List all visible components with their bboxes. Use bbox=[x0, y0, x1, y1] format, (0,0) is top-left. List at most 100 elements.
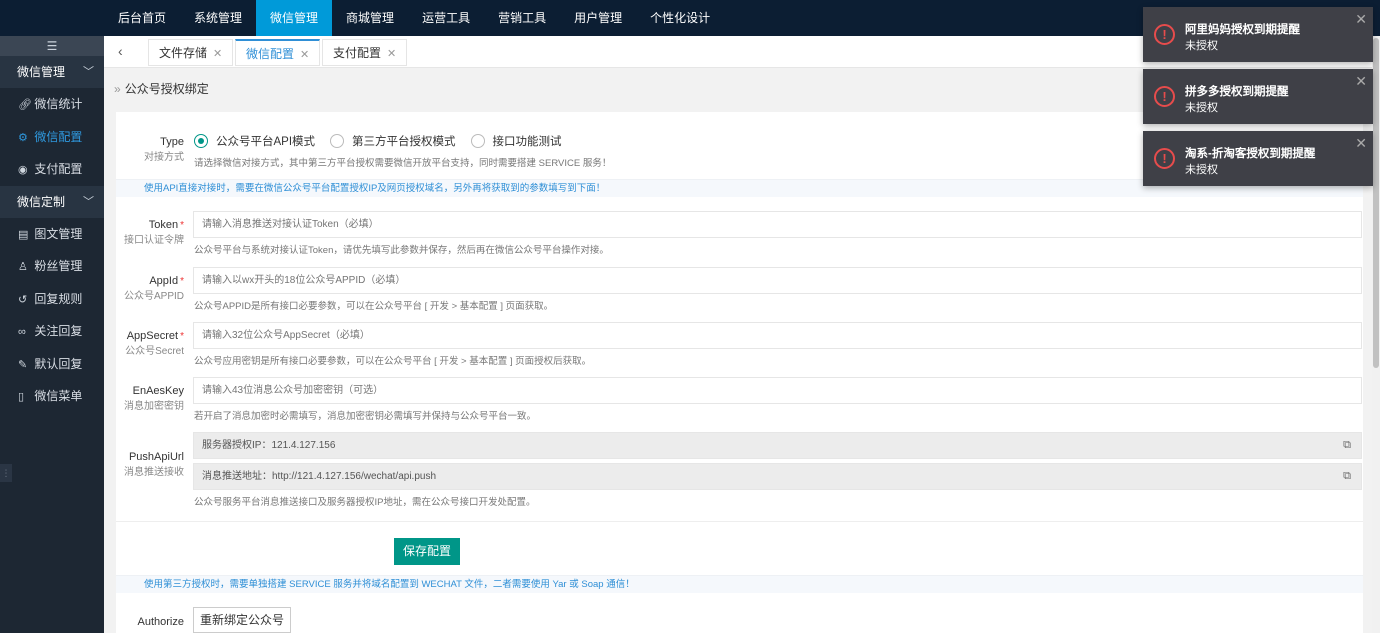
edit-icon: ✎ bbox=[18, 358, 28, 371]
chevron-down-icon: ﹀ bbox=[83, 195, 94, 208]
sidebar-item-wechat-stats[interactable]: 🔗︎ 微信统计 bbox=[0, 88, 104, 121]
sidebar-item-label: 关注回复 bbox=[34, 324, 83, 338]
tab-label: 支付配置 bbox=[333, 46, 382, 60]
error-icon: ! bbox=[1154, 148, 1175, 169]
required-asterisk: * bbox=[180, 276, 184, 287]
third-party-notice: 使用第三方授权时，需要单独搭建 SERVICE 服务并将域名配置到 WECHAT… bbox=[116, 575, 1363, 593]
appid-input[interactable] bbox=[193, 267, 1362, 294]
sidebar-item-label: 微信菜单 bbox=[34, 389, 83, 403]
type-radio-group: 公众号平台API模式 第三方平台授权模式 接口功能测试 bbox=[194, 133, 577, 149]
enaeskey-label-text: EnAesKey bbox=[132, 385, 184, 397]
close-icon[interactable]: ✕ bbox=[1355, 11, 1367, 28]
sidebar-item-label: 回复规则 bbox=[34, 291, 83, 306]
breadcrumb-title: 公众号授权绑定 bbox=[124, 82, 209, 96]
toast-message: 未授权 bbox=[1185, 40, 1218, 52]
sidebar-item-pay-config[interactable]: ◉ 支付配置 bbox=[0, 153, 104, 186]
sidebar-item-label: 默认回复 bbox=[34, 356, 83, 371]
form-divider bbox=[116, 521, 1363, 522]
sidebar-drag-handle[interactable]: ⋮ bbox=[0, 464, 12, 482]
error-icon: ! bbox=[1154, 24, 1175, 45]
nav-item-users[interactable]: 用户管理 bbox=[560, 0, 636, 36]
sidebar-item-articles[interactable]: ▤ 图文管理 bbox=[0, 218, 104, 251]
radio-circle-icon bbox=[330, 134, 345, 148]
toast-title: 淘系-折淘客授权到期提醒 bbox=[1185, 148, 1316, 160]
appsecret-sublabel: 公众号Secret bbox=[125, 346, 184, 357]
follow-icon: ∞ bbox=[18, 326, 26, 338]
toast-notification: ! 拼多多授权到期提醒 未授权 ✕ bbox=[1143, 69, 1373, 124]
tab-label: 微信配置 bbox=[246, 47, 295, 61]
nav-item-system[interactable]: 系统管理 bbox=[180, 0, 256, 36]
rebind-account-button[interactable]: 重新绑定公众号 bbox=[193, 607, 291, 633]
required-asterisk: * bbox=[180, 331, 184, 342]
pushapiurl-sublabel: 消息推送接收 bbox=[124, 467, 184, 478]
pushapiurl-label-text: PushApiUrl bbox=[128, 451, 184, 463]
token-sublabel: 接口认证令牌 bbox=[124, 235, 184, 246]
token-label: Token * 接口认证令牌 bbox=[116, 218, 184, 248]
pay-icon: ◉ bbox=[18, 164, 28, 176]
sidebar: ☰ 微信管理 ﹀ 🔗︎ 微信统计 ⚙︎ 微信配置 ◉ 支付配置 微信定制 ﹀ ▤… bbox=[0, 36, 104, 633]
sidebar-item-fans[interactable]: ♙ 粉丝管理 bbox=[0, 250, 104, 283]
radio-api-mode[interactable]: 公众号平台API模式 bbox=[194, 133, 315, 149]
copy-icon[interactable]: ⧉ bbox=[1343, 433, 1351, 458]
nav-item-design[interactable]: 个性化设计 bbox=[636, 0, 724, 36]
tab-pay-config[interactable]: 支付配置 ✕ bbox=[322, 39, 408, 66]
appid-help-text: 公众号APPID是所有接口必要参数，可以在公众号平台 [ 开发 > 基本配置 ]… bbox=[194, 301, 554, 312]
server-ip-value: 服务器授权IP：121.4.127.156 bbox=[202, 440, 336, 451]
close-icon[interactable]: ✕ bbox=[213, 48, 222, 60]
appid-sublabel: 公众号APPID bbox=[123, 291, 184, 302]
scrollbar-thumb[interactable] bbox=[1373, 38, 1379, 368]
save-config-button[interactable]: 保存配置 bbox=[394, 538, 460, 565]
sidebar-item-reply-rules[interactable]: ↺ 回复规则 bbox=[0, 283, 104, 316]
appid-label-text: AppId bbox=[149, 275, 179, 287]
radio-test-mode[interactable]: 接口功能测试 bbox=[470, 133, 562, 149]
radio-third-party-mode[interactable]: 第三方平台授权模式 bbox=[330, 133, 456, 149]
chevron-left-icon[interactable]: ‹ bbox=[118, 43, 123, 59]
vertical-scrollbar[interactable] bbox=[1372, 36, 1380, 633]
appsecret-label-text: AppSecret bbox=[126, 330, 179, 342]
push-url-field: 消息推送地址：http://121.4.127.156/wechat/api.p… bbox=[193, 463, 1362, 490]
required-asterisk: * bbox=[180, 220, 184, 231]
type-sublabel: 对接方式 bbox=[144, 152, 184, 163]
user-icon: ♙ bbox=[18, 261, 28, 273]
sidebar-item-default-reply[interactable]: ✎ 默认回复 bbox=[0, 348, 104, 381]
type-label: Type 对接方式 bbox=[116, 135, 184, 165]
link-icon: 🔗︎ bbox=[18, 99, 32, 111]
reply-icon: ↺ bbox=[18, 293, 28, 306]
nav-item-marketing[interactable]: 营销工具 bbox=[484, 0, 560, 36]
sidebar-collapse-icon[interactable]: ☰ bbox=[0, 36, 104, 56]
article-icon: ▤ bbox=[18, 228, 29, 241]
appsecret-help-text: 公众号应用密钥是所有接口必要参数，可以在公众号平台 [ 开发 > 基本配置 ] … bbox=[194, 356, 592, 367]
tab-label: 文件存储 bbox=[159, 46, 208, 60]
top-nav-menu: 后台首页 系统管理 微信管理 商城管理 运营工具 营销工具 用户管理 个性化设计 bbox=[104, 0, 724, 36]
nav-item-operation[interactable]: 运营工具 bbox=[408, 0, 484, 36]
sidebar-item-wechat-config[interactable]: ⚙︎ 微信配置 bbox=[0, 121, 104, 154]
sidebar-item-wechat-menu[interactable]: ▯ 微信菜单 bbox=[0, 380, 104, 413]
appsecret-input[interactable] bbox=[193, 322, 1362, 349]
close-icon[interactable]: ✕ bbox=[1355, 135, 1367, 152]
close-icon[interactable]: ✕ bbox=[387, 48, 396, 60]
toast-notification: ! 淘系-折淘客授权到期提醒 未授权 ✕ bbox=[1143, 131, 1373, 186]
sidebar-item-label: 微信配置 bbox=[34, 129, 83, 144]
double-chevron-icon: » bbox=[114, 82, 121, 96]
type-help-text: 请选择微信对接方式，其中第三方平台授权需要微信开放平台支持，同时需要搭建 SER… bbox=[194, 158, 612, 169]
sidebar-item-label: 微信统计 bbox=[34, 97, 83, 111]
nav-item-wechat[interactable]: 微信管理 bbox=[256, 0, 333, 36]
toast-title: 阿里妈妈授权到期提醒 bbox=[1185, 24, 1300, 36]
sidebar-group-label: 微信定制 bbox=[17, 194, 66, 209]
sidebar-item-label: 粉丝管理 bbox=[34, 259, 83, 273]
nav-item-home[interactable]: 后台首页 bbox=[104, 0, 180, 36]
nav-item-mall[interactable]: 商城管理 bbox=[332, 0, 408, 36]
sidebar-item-follow-reply[interactable]: ∞ 关注回复 bbox=[0, 315, 104, 348]
enaeskey-input[interactable] bbox=[193, 377, 1362, 404]
copy-icon[interactable]: ⧉ bbox=[1343, 464, 1351, 489]
close-icon[interactable]: ✕ bbox=[1355, 73, 1367, 90]
radio-selected-icon bbox=[194, 134, 208, 148]
close-icon[interactable]: ✕ bbox=[300, 49, 309, 61]
toast-message: 未授权 bbox=[1185, 102, 1218, 114]
sidebar-group-wechat-manage[interactable]: 微信管理 ﹀ bbox=[0, 56, 104, 88]
sidebar-group-label: 微信管理 bbox=[17, 65, 66, 79]
tab-file-storage[interactable]: 文件存储 ✕ bbox=[148, 39, 234, 66]
token-input[interactable] bbox=[193, 211, 1362, 238]
sidebar-group-wechat-custom[interactable]: 微信定制 ﹀ bbox=[0, 185, 104, 218]
tab-wechat-config[interactable]: 微信配置 ✕ bbox=[235, 39, 321, 66]
